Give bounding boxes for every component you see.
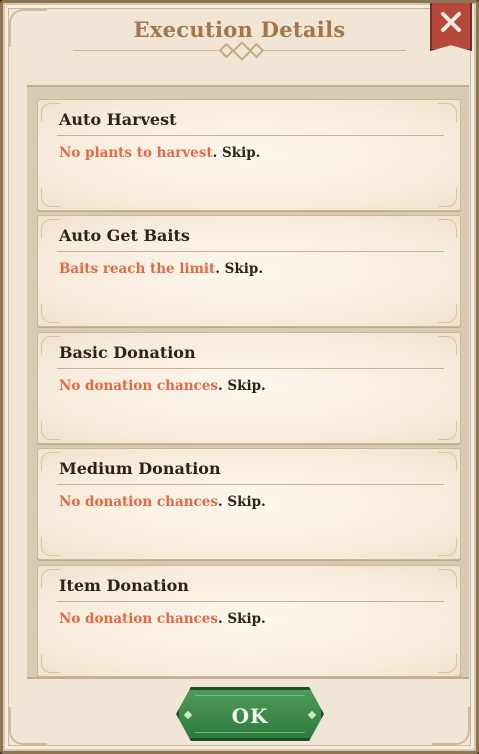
task-divider	[57, 601, 444, 602]
close-icon	[441, 12, 461, 32]
card-ornament	[41, 569, 60, 588]
card-ornament	[41, 219, 60, 238]
card-ornament	[438, 219, 457, 238]
task-title: Item Donation	[59, 576, 189, 595]
card-ornament	[41, 421, 60, 440]
task-list[interactable]: Auto Harvest No plants to harvest. Skip.…	[27, 85, 469, 679]
card-ornament	[41, 452, 60, 471]
dialog-title: Execution Details	[133, 17, 346, 42]
task-card-auto-harvest: Auto Harvest No plants to harvest. Skip.	[37, 99, 461, 211]
task-divider	[57, 251, 444, 252]
ok-button[interactable]: OK	[176, 687, 324, 741]
task-result: . Skip.	[215, 261, 264, 277]
card-ornament	[438, 188, 457, 207]
card-ornament	[41, 188, 60, 207]
card-ornament	[438, 452, 457, 471]
corner-ornament	[9, 707, 47, 745]
card-ornament	[41, 103, 60, 122]
execution-details-dialog: Execution Details Auto Harvest No plants…	[0, 0, 479, 754]
task-reason: Baits reach the limit	[59, 261, 216, 277]
task-divider	[57, 484, 444, 485]
card-ornament	[41, 336, 60, 355]
task-result: . Skip.	[217, 611, 266, 627]
ok-button-label: OK	[231, 704, 269, 728]
task-card-item-donation: Item Donation No donation chances. Skip.	[37, 565, 461, 677]
task-message: Baits reach the limit. Skip.	[59, 261, 263, 277]
card-ornament	[41, 537, 60, 556]
task-result: . Skip.	[212, 145, 261, 161]
task-message: No donation chances. Skip.	[59, 378, 266, 394]
close-button[interactable]	[430, 3, 472, 51]
task-reason: No donation chances	[59, 378, 218, 394]
card-ornament	[438, 103, 457, 122]
task-divider	[57, 135, 444, 136]
task-result: . Skip.	[217, 494, 266, 510]
task-card-auto-get-baits: Auto Get Baits Baits reach the limit. Sk…	[37, 215, 461, 327]
title-ornament-icon	[248, 42, 264, 59]
corner-ornament	[432, 707, 470, 745]
task-card-medium-donation: Medium Donation No donation chances. Ski…	[37, 448, 461, 560]
card-ornament	[41, 304, 60, 323]
card-ornament	[438, 654, 457, 673]
task-result: . Skip.	[217, 378, 266, 394]
card-ornament	[41, 654, 60, 673]
task-card-basic-donation: Basic Donation No donation chances. Skip…	[37, 332, 461, 444]
task-reason: No plants to harvest	[59, 145, 213, 161]
task-title: Basic Donation	[59, 343, 196, 362]
task-title: Medium Donation	[59, 459, 221, 478]
task-message: No plants to harvest. Skip.	[59, 145, 260, 161]
task-title: Auto Harvest	[59, 110, 177, 129]
card-ornament	[438, 569, 457, 588]
task-message: No donation chances. Skip.	[59, 494, 266, 510]
card-ornament	[438, 421, 457, 440]
task-reason: No donation chances	[59, 611, 218, 627]
task-message: No donation chances. Skip.	[59, 611, 266, 627]
card-ornament	[438, 304, 457, 323]
card-ornament	[438, 336, 457, 355]
card-ornament	[438, 537, 457, 556]
task-reason: No donation chances	[59, 494, 218, 510]
task-divider	[57, 368, 444, 369]
task-title: Auto Get Baits	[59, 226, 190, 245]
